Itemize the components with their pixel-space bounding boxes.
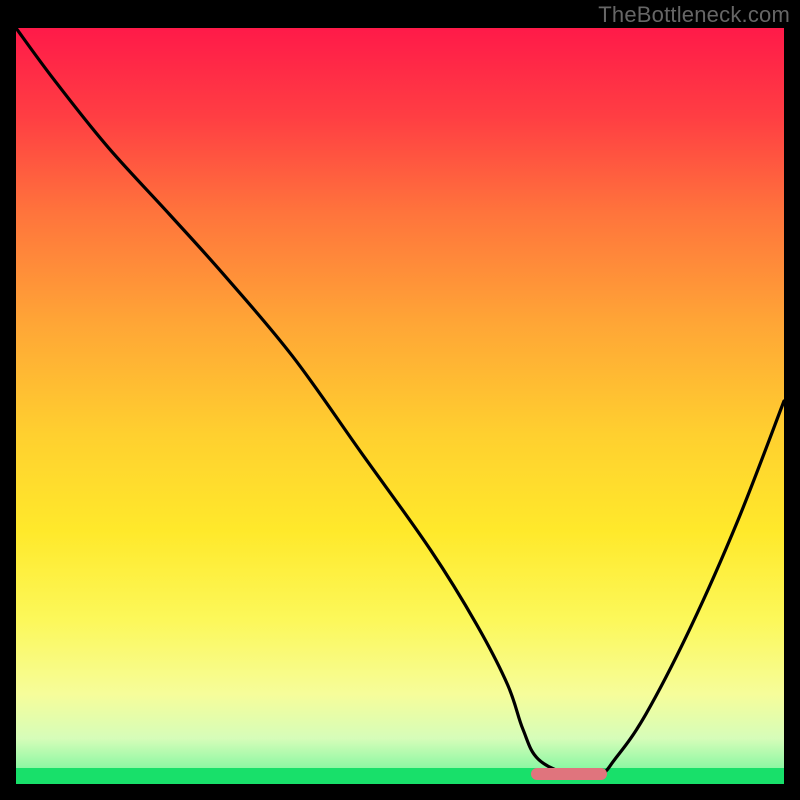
optimal-range-marker	[531, 768, 608, 780]
bottleneck-curve	[16, 28, 784, 784]
chart-frame: TheBottleneck.com	[0, 0, 800, 800]
curve-path	[16, 28, 784, 776]
plot-area	[16, 28, 784, 784]
watermark-text: TheBottleneck.com	[598, 2, 790, 28]
